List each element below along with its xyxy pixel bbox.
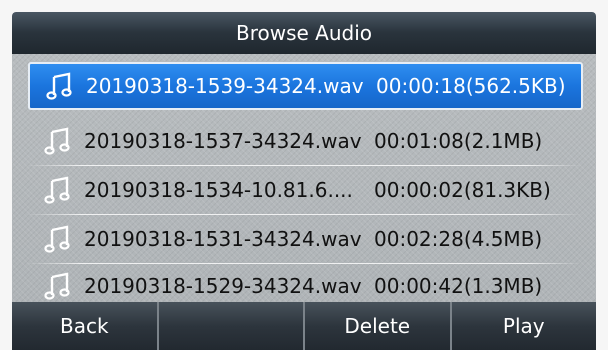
file-info: 00:01:08(2.1MB) — [374, 129, 543, 153]
music-note-icon — [44, 176, 70, 204]
list-item[interactable]: 20190318-1539-34324.wav 00:00:18(562.5KB… — [28, 62, 583, 110]
file-info: 00:00:02(81.3KB) — [374, 178, 551, 202]
file-name: 20190318-1534-10.81.6.... — [84, 178, 353, 202]
file-name: 20190318-1539-34324.wav — [86, 74, 364, 98]
music-note-icon — [44, 272, 70, 300]
list-item[interactable]: 20190318-1534-10.81.6.... 00:00:02(81.3K… — [12, 166, 596, 215]
list-item[interactable]: 20190318-1531-34324.wav 00:02:28(4.5MB) — [12, 215, 596, 264]
music-note-icon — [44, 127, 70, 155]
file-name: 20190318-1537-34324.wav — [84, 129, 362, 153]
music-note-icon — [46, 72, 72, 100]
delete-softkey[interactable]: Delete — [305, 302, 452, 350]
file-name: 20190318-1531-34324.wav — [84, 227, 362, 251]
play-softkey[interactable]: Play — [451, 302, 596, 350]
empty-softkey[interactable] — [158, 302, 305, 350]
softkey-bar: Back Delete Play — [12, 302, 596, 350]
file-info: 00:00:18(562.5KB) — [376, 74, 566, 98]
phone-screen: Browse Audio 20190318-1539-34324.wav 00:… — [12, 12, 596, 350]
music-note-icon — [44, 225, 70, 253]
list-item[interactable]: 20190318-1537-34324.wav 00:01:08(2.1MB) — [12, 117, 596, 166]
back-softkey[interactable]: Back — [12, 302, 159, 350]
file-info: 00:02:28(4.5MB) — [374, 227, 543, 251]
page-title: Browse Audio — [12, 12, 596, 54]
